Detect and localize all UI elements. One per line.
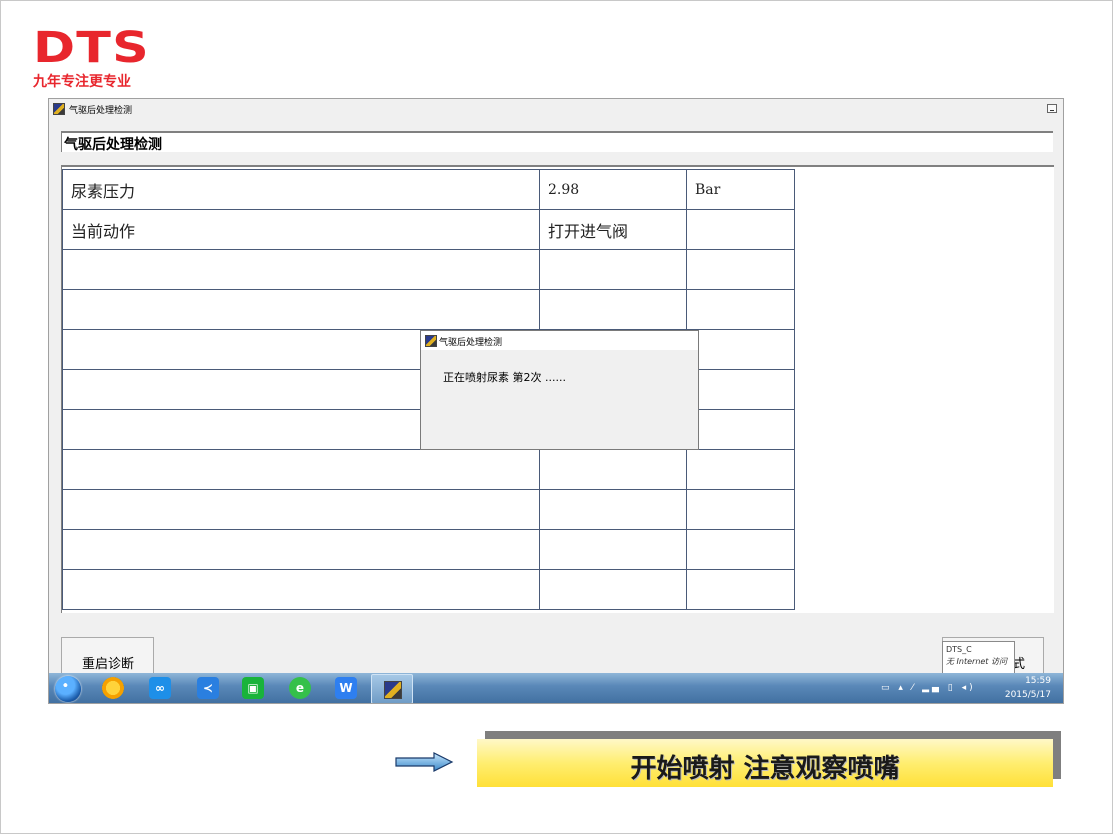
table-cell-label — [62, 289, 540, 330]
table-cell-unit: Bar — [686, 169, 795, 210]
browser-glyph-icon: e — [295, 681, 305, 695]
table-cell-value — [539, 489, 687, 530]
data-panel: 尿素压力 2.98 Bar 当前动作 打开进气阀 气驱后处理检测 正在喷射尿素 … — [61, 165, 1054, 613]
table-cell-unit — [686, 449, 795, 490]
dts-logo: DTS 九年专注更专业 — [33, 27, 163, 92]
pointer-arrow-icon — [395, 752, 454, 772]
tray-icons[interactable]: ▭ ▴ ⁄ ▂▄ ▯ ◂) — [881, 683, 976, 693]
caption-box: 开始喷射 注意观察喷嘴 — [477, 739, 1053, 787]
app-icon — [425, 335, 437, 347]
music-app-icon[interactable] — [102, 677, 124, 699]
section-header: 气驱后处理检测 — [61, 131, 1053, 153]
table-row — [62, 529, 795, 570]
table-row — [62, 449, 795, 490]
table-cell-unit — [686, 529, 795, 570]
logo-slogan: 九年专注更专业 — [33, 74, 131, 90]
window-title: 气驱后处理检测 — [69, 106, 133, 116]
app-icon — [53, 103, 65, 115]
dialog-titlebar: 气驱后处理检测 — [421, 331, 698, 350]
clock-time[interactable]: 15:59 — [1025, 676, 1051, 686]
table-row — [62, 289, 795, 330]
progress-dialog: 气驱后处理检测 正在喷射尿素 第2次 ...... — [420, 330, 699, 450]
app-icon — [384, 681, 402, 699]
bird-glyph-icon: ≺ — [202, 681, 214, 695]
wps-app-icon[interactable]: W — [335, 677, 357, 699]
table-cell-unit — [686, 409, 795, 450]
table-cell-unit — [686, 369, 795, 410]
table-cell-label: 当前动作 — [62, 209, 540, 250]
table-row: 当前动作 打开进气阀 — [62, 209, 795, 250]
logo-brand: DTS — [33, 23, 150, 73]
table-cell-label: 尿素压力 — [62, 169, 540, 210]
wps-glyph-icon: W — [339, 681, 353, 695]
table-row — [62, 489, 795, 530]
dialog-message: 正在喷射尿素 第2次 ...... — [443, 371, 566, 384]
table-cell-label — [62, 569, 540, 610]
taskbar: ∞ ≺ ▣ e W ▭ ▴ ⁄ ▂▄ ▯ ◂) 15:59 2015/5/17 — [49, 673, 1063, 703]
tooltip-network-status: 无 Internet 访问 — [946, 657, 1007, 666]
table-cell-unit — [686, 329, 795, 370]
video-app-icon[interactable]: ▣ — [242, 677, 264, 699]
table-cell-label — [62, 529, 540, 570]
table-row: 尿素压力 2.98 Bar — [62, 169, 795, 210]
start-button-icon[interactable] — [55, 676, 81, 702]
table-cell-unit — [686, 569, 795, 610]
table-cell-unit — [686, 249, 795, 290]
table-cell-value: 打开进气阀 — [539, 209, 687, 250]
table-cell-value: 2.98 — [539, 169, 687, 210]
clock-date[interactable]: 2015/5/17 — [1005, 690, 1051, 700]
tooltip-network-name: DTS_C — [946, 645, 972, 654]
table-cell-value — [539, 249, 687, 290]
table-cell-unit — [686, 489, 795, 530]
minimize-button[interactable] — [1047, 104, 1057, 113]
table-cell-unit — [686, 289, 795, 330]
table-cell-unit — [686, 209, 795, 250]
window-titlebar: 气驱后处理检测 — [49, 99, 1063, 119]
table-cell-value — [539, 529, 687, 570]
table-cell-value — [539, 449, 687, 490]
table-cell-label — [62, 489, 540, 530]
table-cell-label — [62, 249, 540, 290]
restart-diagnosis-button[interactable]: 重启诊断 — [61, 637, 154, 677]
table-cell-value — [539, 569, 687, 610]
restart-button-label: 重启诊断 — [82, 657, 135, 672]
table-cell-value — [539, 289, 687, 330]
cloud-app-icon[interactable]: ∞ — [149, 677, 171, 699]
section-header-label: 气驱后处理检测 — [64, 137, 162, 153]
app-window: 气驱后处理检测 气驱后处理检测 尿素压力 2.98 Bar 当前动作 打开进气阀 — [48, 98, 1064, 704]
caption-text: 开始喷射 注意观察喷嘴 — [630, 754, 900, 784]
network-tooltip: DTS_C 无 Internet 访问 — [942, 641, 1015, 674]
table-cell-label — [62, 449, 540, 490]
system-tray: ▭ ▴ ⁄ ▂▄ ▯ ◂) 15:59 2015/5/17 — [881, 673, 1051, 703]
active-app-taskbar-button[interactable] — [371, 674, 413, 703]
dialog-title: 气驱后处理检测 — [439, 338, 503, 348]
table-row — [62, 249, 795, 290]
table-row — [62, 569, 795, 610]
browser-app-icon[interactable]: e — [289, 677, 311, 699]
messenger-app-icon[interactable]: ≺ — [197, 677, 219, 699]
video-glyph-icon: ▣ — [247, 681, 259, 695]
cloud-glyph-icon: ∞ — [155, 681, 165, 695]
